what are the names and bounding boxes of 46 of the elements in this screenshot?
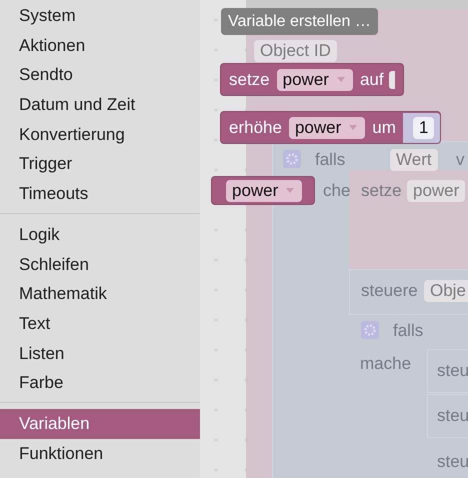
category-item[interactable]: Sendto [0,60,200,90]
faded-label: steuere [361,281,418,301]
faded-label: falls [393,321,424,341]
statement-block[interactable]: setze power auf [220,63,404,96]
faded-label: steu [437,406,468,426]
faded-label: steu [437,452,468,472]
faded-field: power [407,180,466,202]
category-item[interactable]: Text [0,308,200,339]
block-label: auf [360,70,384,90]
faded-field: Object ID [254,40,337,62]
create-variable-button[interactable]: Variable erstellen … [221,8,378,35]
block-label: um [372,118,396,138]
number-field[interactable]: 1 [412,116,434,138]
faded-label: steu [437,361,468,381]
faded-field: Obje [424,280,468,302]
faded-label: setze [361,181,402,201]
category-item[interactable]: Farbe [0,368,200,398]
variable-dropdown[interactable]: power [276,68,353,90]
category-item[interactable]: Timeouts [0,179,200,209]
faded-field: Wert [390,149,438,171]
category-item[interactable]: Funktionen [0,438,200,468]
category-item[interactable]: Schleifen [0,250,200,280]
category-item[interactable]: System [0,1,200,31]
gear-icon[interactable] [361,321,379,339]
statement-block[interactable]: erhöhe power um 1 [220,111,442,144]
caret-icon [286,188,294,194]
faded-label: falls [315,150,346,170]
caret-icon [349,124,358,130]
variable-dropdown[interactable]: power [226,180,302,202]
faded-label: che [323,181,350,201]
category-item[interactable]: Aktionen [0,30,200,60]
category-item[interactable]: Variablen [0,408,200,439]
gear-icon[interactable] [283,150,301,168]
category-item[interactable]: Listen [0,338,200,368]
category-item[interactable]: Konvertierung [0,120,200,150]
caret-icon [336,76,345,82]
category-item[interactable]: Mathematik [0,279,200,309]
category-item[interactable]: Datum und Zeit [0,90,200,120]
category-item[interactable]: Logik [0,220,200,250]
category-item[interactable]: Trigger [0,149,200,180]
variable-block[interactable]: power [211,176,316,205]
block-label: setze [229,70,270,90]
block-label: erhöhe [229,118,282,138]
variable-dropdown[interactable]: power [288,116,366,138]
faded-label: v [456,150,464,170]
faded-label: mache [360,354,412,374]
